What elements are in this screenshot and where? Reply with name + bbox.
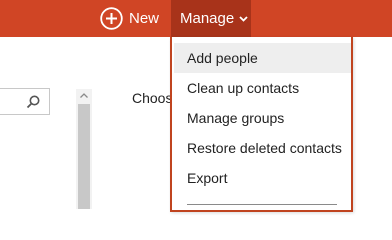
menu-item-manage-groups[interactable]: Manage groups (174, 103, 351, 133)
scroll-up-arrow-icon[interactable] (76, 89, 92, 103)
chevron-down-icon (239, 15, 248, 22)
new-button[interactable]: New (100, 5, 159, 32)
search-icon[interactable] (25, 94, 41, 110)
menu-item-restore-deleted-contacts[interactable]: Restore deleted contacts (174, 133, 351, 163)
scrollbar-thumb[interactable] (78, 104, 90, 209)
manage-menu-button[interactable]: Manage (171, 0, 251, 37)
content-heading: Choos (132, 90, 172, 106)
manage-button-label: Manage (180, 10, 235, 27)
scrollbar[interactable] (76, 89, 92, 209)
top-command-bar: New Manage (0, 0, 392, 37)
new-button-label: New (129, 10, 160, 27)
menu-item-export[interactable]: Export (174, 163, 351, 193)
add-circle-icon (100, 7, 123, 30)
menu-item-add-people[interactable]: Add people (174, 43, 351, 73)
manage-dropdown-menu: Add people Clean up contacts Manage grou… (170, 37, 353, 212)
menu-divider (187, 204, 337, 205)
menu-item-clean-up-contacts[interactable]: Clean up contacts (174, 73, 351, 103)
search-input[interactable] (0, 88, 50, 115)
